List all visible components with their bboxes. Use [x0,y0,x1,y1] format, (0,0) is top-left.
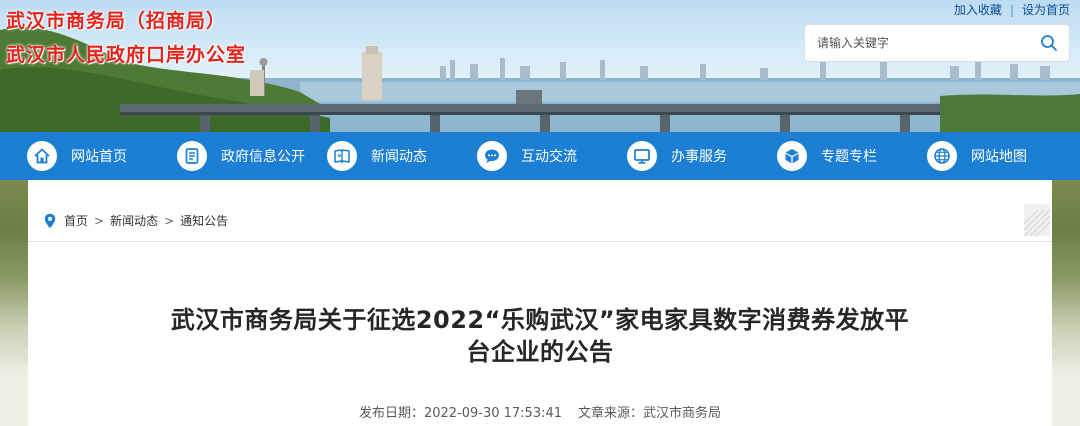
top-links-separator: | [1009,3,1014,17]
nav-icon-wrapper [777,141,807,171]
globe-icon [934,148,950,164]
breadcrumb-divider [28,241,1052,242]
add-favorite-link[interactable]: 加入收藏 [954,3,1002,17]
main-nav: 网站首页 政府信息公开 新闻动态 互动交流 办事服务 专题专栏 网站地图 [0,132,1080,180]
header-banner: 武汉市商务局（招商局） 武汉市人民政府口岸办公室 加入收藏 | 设为首页 [0,0,1080,132]
chat-icon [485,149,499,163]
publish-date: 2022-09-30 17:53:41 [423,406,563,421]
article-source: 武汉市商务局 [643,406,722,421]
decorative-corner-pattern [1023,204,1051,237]
breadcrumb-home[interactable]: 首页 [64,212,88,229]
nav-item-services[interactable]: 办事服务 [600,132,750,180]
cube-icon [785,149,799,164]
article-title-line: 武汉市商务局关于征选2022“乐购武汉”家电家具数字消费券发放平 [170,306,910,334]
nav-icon-wrapper [327,141,357,171]
set-homepage-link[interactable]: 设为首页 [1022,3,1070,17]
home-icon [34,148,50,164]
article-title-line: 台企业的公告 [466,338,614,366]
nav-label: 网站首页 [71,149,127,165]
nav-icon-wrapper [927,141,957,171]
breadcrumb-news[interactable]: 新闻动态 [110,212,158,229]
search-box [804,24,1070,62]
nav-label: 新闻动态 [371,149,427,165]
article-meta: 发布日期：2022-09-30 17:53:41 文章来源：武汉市商务局 [28,402,1052,421]
nav-item-home[interactable]: 网站首页 [0,132,150,180]
top-links: 加入收藏 | 设为首页 [954,1,1070,18]
nav-item-site-map[interactable]: 网站地图 [900,132,1050,180]
nav-icon-wrapper [177,141,207,171]
article-title: 武汉市商务局关于征选2022“乐购武汉”家电家具数字消费券发放平 台企业的公告 [68,304,1012,368]
breadcrumb-notices[interactable]: 通知公告 [180,212,228,229]
content-panel: 首页 > 新闻动态 > 通知公告 武汉市商务局关于征选2022“乐购武汉”家电家… [28,180,1052,426]
location-pin-icon [44,213,56,228]
breadcrumb: 首页 > 新闻动态 > 通知公告 [44,212,228,229]
search-icon [1041,35,1057,51]
nav-item-gov-info[interactable]: 政府信息公开 [150,132,305,180]
search-button[interactable] [1029,25,1069,61]
nav-label: 办事服务 [671,149,727,165]
source-label: 文章来源： [578,406,644,421]
breadcrumb-separator: > [94,213,105,228]
breadcrumb-separator: > [164,213,175,228]
nav-item-news[interactable]: 新闻动态 [300,132,450,180]
nav-icon-wrapper [627,141,657,171]
monitor-icon [634,149,650,164]
nav-icon-wrapper [27,141,57,171]
nav-item-special-topics[interactable]: 专题专栏 [750,132,900,180]
site-title-primary: 武汉市商务局（招商局） [6,10,227,32]
nav-label: 专题专栏 [821,149,877,165]
nav-item-interaction[interactable]: 互动交流 [450,132,600,180]
search-input[interactable] [805,25,1029,61]
news-book-icon [334,149,350,164]
nav-label: 网站地图 [971,149,1027,165]
site-title-secondary: 武汉市人民政府口岸办公室 [6,44,247,66]
document-icon [185,148,199,164]
nav-label: 政府信息公开 [221,149,305,165]
nav-label: 互动交流 [521,149,577,165]
publish-date-label: 发布日期： [358,406,424,421]
nav-icon-wrapper [477,141,507,171]
